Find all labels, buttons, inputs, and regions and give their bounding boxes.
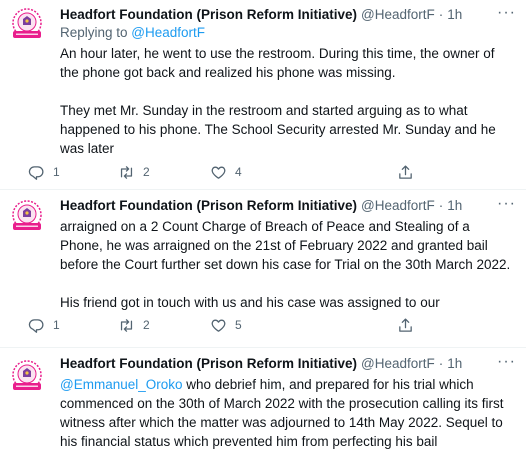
replying-to: Replying to @HeadfortF [60,24,516,42]
avatar-logo-icon [8,358,46,396]
share-button[interactable] [397,164,414,181]
author-name[interactable]: Headfort Foundation (Prison Reform Initi… [60,6,357,24]
avatar-logo-icon [8,198,46,236]
share-button[interactable] [397,317,414,334]
like-icon [211,319,226,332]
author-handle[interactable]: @HeadfortF [361,197,435,215]
separator-dot: · [438,7,444,22]
retweet-button[interactable]: 2 [118,164,150,181]
tweet-text: An hour later, he went to use the restro… [60,44,516,158]
avatar[interactable] [8,358,46,396]
avatar[interactable] [8,6,46,44]
separator-dot: · [438,198,444,213]
tweet-text: @Emmanuel_Oroko who debrief him, and pre… [60,375,516,451]
retweet-button[interactable]: 2 [118,317,150,334]
replying-to-label: Replying to [60,25,132,40]
tweet-paragraph: His friend got in touch with us and his … [60,295,440,310]
avatar-logo-icon [8,6,46,44]
tweet-text: arraigned on a 2 Count Charge of Breach … [60,217,516,312]
reply-count: 1 [53,318,60,332]
more-icon[interactable]: ··· [497,4,516,22]
share-icon [399,317,412,332]
timestamp[interactable]: 1h [447,355,462,373]
retweet-count: 2 [143,165,150,179]
like-count: 4 [235,165,242,179]
more-icon[interactable]: ··· [497,195,516,213]
timestamp[interactable]: 1h [447,197,462,215]
tweet-paragraph: They met Mr. Sunday in the restroom and … [60,103,496,156]
timestamp[interactable]: 1h [447,6,462,24]
reply-icon [28,165,44,180]
like-count: 5 [235,318,242,332]
tweet-paragraph: arraigned on a 2 Count Charge of Breach … [60,219,511,272]
reply-icon [28,318,44,333]
author-handle[interactable]: @HeadfortF [361,6,435,24]
share-icon [399,164,412,179]
author-name[interactable]: Headfort Foundation (Prison Reform Initi… [60,197,357,215]
mention-link[interactable]: @Emmanuel_Oroko [60,377,183,392]
avatar[interactable] [8,198,46,236]
author-handle[interactable]: @HeadfortF [361,355,435,373]
reply-button[interactable]: 1 [28,317,60,334]
retweet-icon [120,318,133,332]
separator-dot: · [438,356,444,371]
more-icon[interactable]: ··· [497,353,516,371]
retweet-count: 2 [143,318,150,332]
tweet-3[interactable]: Headfort Foundation (Prison Reform Initi… [0,348,526,466]
retweet-icon [120,165,133,179]
tweet-2[interactable]: Headfort Foundation (Prison Reform Initi… [0,190,526,348]
tweet-paragraph: An hour later, he went to use the restro… [60,46,495,80]
tweet-actions: 1 2 5 [28,315,420,335]
tweet-actions: 1 2 4 [28,162,420,182]
reply-count: 1 [53,165,60,179]
replying-to-handle[interactable]: @HeadfortF [131,25,205,40]
tweet-1[interactable]: Headfort Foundation (Prison Reform Initi… [0,0,526,190]
reply-button[interactable]: 1 [28,164,60,181]
author-name[interactable]: Headfort Foundation (Prison Reform Initi… [60,355,357,373]
like-button[interactable]: 5 [210,317,242,334]
like-button[interactable]: 4 [210,164,242,181]
like-icon [211,166,226,179]
